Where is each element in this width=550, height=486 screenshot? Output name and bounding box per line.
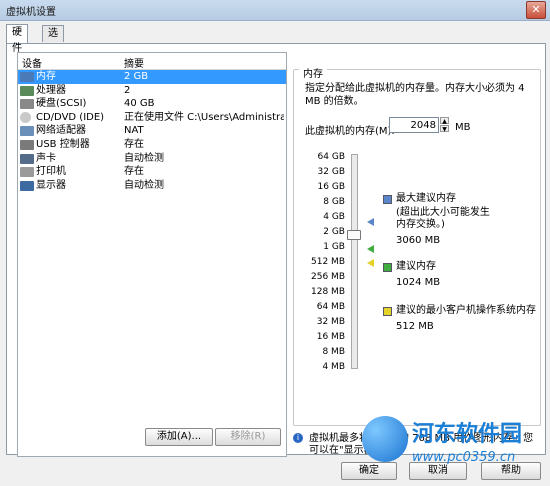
scale-tick: 16 GB xyxy=(317,182,345,192)
header-device[interactable]: 设备 xyxy=(22,55,42,70)
device-summary: 存在 xyxy=(124,138,144,150)
device-summary: 40 GB xyxy=(124,98,155,110)
harddisk-icon xyxy=(20,99,34,110)
printer-icon xyxy=(20,167,34,178)
scale-tick: 1 GB xyxy=(323,242,345,252)
device-row-printer[interactable]: 打印机 存在 xyxy=(18,165,286,179)
device-row-cpu[interactable]: 处理器 2 xyxy=(18,84,286,98)
cpu-icon xyxy=(20,85,34,96)
cdrom-icon xyxy=(20,111,31,123)
device-row-usb[interactable]: USB 控制器 存在 xyxy=(18,138,286,152)
device-summary: NAT xyxy=(124,125,144,137)
scale-tick: 16 MB xyxy=(316,332,345,342)
memory-slider-track[interactable] xyxy=(351,154,358,369)
close-icon[interactable]: ✕ xyxy=(526,1,546,19)
min-memory-title: 建议的最小客户机操作系统内存 xyxy=(396,305,536,316)
device-row-network[interactable]: 网络适配器 NAT xyxy=(18,124,286,138)
monitor-icon xyxy=(20,180,34,191)
memory-field-label: 此虚拟机的内存(M): xyxy=(305,126,395,137)
max-memory-swatch xyxy=(383,195,392,204)
spin-up-icon[interactable]: ▲ xyxy=(440,117,449,125)
device-name: 显示器 xyxy=(36,179,66,191)
device-summary: 2 xyxy=(124,84,131,96)
scale-tick: 64 GB xyxy=(317,152,345,162)
memory-description: 指定分配给此虚拟机的内存量。内存大小必须为 4 MB 的倍数。 xyxy=(305,83,525,107)
site-watermark: 河东软件园 www.pc0359.cn xyxy=(362,408,550,486)
scale-tick: 8 MB xyxy=(322,347,345,357)
sound-icon xyxy=(20,153,34,164)
scale-tick: 256 MB xyxy=(311,272,345,282)
device-summary: 正在使用文件 C:\Users\Administrato... xyxy=(124,111,284,123)
scale-tick: 4 GB xyxy=(323,212,345,222)
window-title: 虚拟机设置 xyxy=(6,7,56,18)
usb-icon xyxy=(20,139,34,150)
title-bar: 虚拟机设置 ✕ xyxy=(0,0,550,21)
device-name: 处理器 xyxy=(36,84,66,96)
recommended-memory-value: 1024 MB xyxy=(396,277,441,288)
device-name: 网络适配器 xyxy=(36,125,86,137)
scale-tick: 512 MB xyxy=(311,257,345,267)
device-summary: 2 GB xyxy=(124,71,149,82)
watermark-url: www.pc0359.cn xyxy=(412,450,516,465)
max-memory-note: (超出此大小可能发生内存交换。) xyxy=(396,207,490,230)
tab-hardware[interactable]: 硬件 xyxy=(6,24,28,54)
device-row-cdrom[interactable]: CD/DVD (IDE) 正在使用文件 C:\Users\Administrat… xyxy=(18,111,286,125)
tab-options[interactable]: 选项 xyxy=(42,25,64,55)
add-button-label: 添加(A)... xyxy=(156,431,202,442)
device-name: 打印机 xyxy=(36,166,66,178)
device-name: 声卡 xyxy=(36,152,56,164)
min-memory-marker xyxy=(367,259,374,267)
spin-down-icon[interactable]: ▼ xyxy=(440,125,449,133)
add-device-button[interactable]: 添加(A)... xyxy=(145,428,213,446)
recommended-memory-title: 建议内存 xyxy=(396,261,436,272)
hardware-panel: 设备 摘要 内存 2 GB 处理器 2 硬盘(SCSI) 40 GB CD/DV… xyxy=(6,43,546,457)
device-summary: 自动检测 xyxy=(124,179,164,191)
scale-tick: 2 GB xyxy=(323,227,345,237)
min-memory-value: 512 MB xyxy=(396,321,434,332)
scale-tick: 64 MB xyxy=(316,302,345,312)
network-icon xyxy=(20,126,34,137)
watermark-text: 河东软件园 xyxy=(412,421,523,447)
device-row-memory[interactable]: 内存 2 GB xyxy=(18,70,286,84)
max-memory-title: 最大建议内存 xyxy=(396,193,456,204)
device-list-header: 设备 摘要 xyxy=(18,53,286,70)
device-row-harddisk[interactable]: 硬盘(SCSI) 40 GB xyxy=(18,97,286,111)
remove-device-button[interactable]: 移除(R) xyxy=(215,428,281,446)
device-name: 硬盘(SCSI) xyxy=(36,98,87,110)
info-icon: i xyxy=(293,433,303,443)
scale-tick: 8 GB xyxy=(323,197,345,207)
max-memory-value: 3060 MB xyxy=(396,235,441,246)
device-summary: 自动检测 xyxy=(124,152,164,164)
device-row-monitor[interactable]: 显示器 自动检测 xyxy=(18,179,286,193)
scale-tick: 4 MB xyxy=(322,362,345,372)
watermark-logo-icon xyxy=(362,416,408,462)
min-memory-swatch xyxy=(383,307,392,316)
device-row-sound[interactable]: 声卡 自动检测 xyxy=(18,152,286,166)
device-name: 内存 xyxy=(36,71,56,82)
device-name: CD/DVD (IDE) xyxy=(36,111,105,123)
recommended-memory-marker xyxy=(367,245,374,253)
memory-group-title: 内存 xyxy=(299,65,327,80)
scale-tick: 128 MB xyxy=(311,287,345,297)
header-summary[interactable]: 摘要 xyxy=(124,55,144,70)
scale-tick: 32 GB xyxy=(317,167,345,177)
recommended-memory-swatch xyxy=(383,263,392,272)
memory-slider-thumb[interactable] xyxy=(347,230,361,240)
memory-icon xyxy=(20,72,34,82)
memory-unit: MB xyxy=(455,122,471,133)
scale-tick: 32 MB xyxy=(316,317,345,327)
device-summary: 存在 xyxy=(124,166,144,178)
device-list: 设备 摘要 内存 2 GB 处理器 2 硬盘(SCSI) 40 GB CD/DV… xyxy=(17,52,287,457)
max-memory-marker xyxy=(367,218,374,226)
device-name: USB 控制器 xyxy=(36,138,90,150)
memory-size-input[interactable]: 2048 xyxy=(389,117,439,133)
memory-spinner[interactable]: ▲ ▼ xyxy=(440,117,449,133)
